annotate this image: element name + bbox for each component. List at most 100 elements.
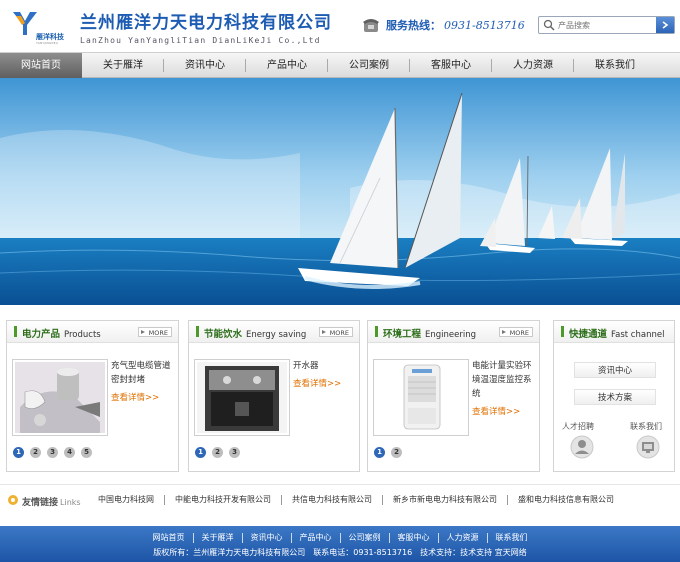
hotline: 服务热线： 0931-8513716 xyxy=(362,16,525,34)
panel-environment-engineering: 环境工程 Engineering MORE 电能计量实验环境温湿度监控系统 查看详… xyxy=(367,320,540,472)
page-dot[interactable]: 1 xyxy=(13,447,24,458)
nav-item-cases[interactable]: 公司案例 xyxy=(328,53,410,78)
more-button[interactable]: MORE xyxy=(137,327,172,337)
panel-title-en: Products xyxy=(64,330,101,340)
links-title-text: 友情链接 xyxy=(22,498,59,508)
panel-title-en: Energy saving xyxy=(246,330,307,340)
company-block: 兰州雁洋力天电力科技有限公司 LanZhou YanYangliTian Dia… xyxy=(80,8,332,45)
recruit-person-icon[interactable] xyxy=(570,435,594,459)
product-name[interactable]: 电能计量实验环境温湿度监控系统 xyxy=(472,359,534,401)
hero-banner[interactable] xyxy=(0,78,680,305)
panel-energy-saving: 节能饮水 Energy saving MORE 开水器 查看详情>> 1 2 3 xyxy=(188,320,360,472)
pager: 1 2 3 xyxy=(195,447,246,458)
footer-nav: 网站首页 关于雁洋 资讯中心 产品中心 公司案例 客服中心 人力资源 联系我们 xyxy=(0,533,680,543)
quick-news-button[interactable]: 资讯中心 xyxy=(574,362,656,378)
nav-item-service[interactable]: 客服中心 xyxy=(410,53,492,78)
nav-item-news[interactable]: 资讯中心 xyxy=(164,53,246,78)
footer-link-home[interactable]: 网站首页 xyxy=(145,533,194,543)
panel-header: 电力产品 Products MORE xyxy=(7,321,178,343)
view-detail-link[interactable]: 查看详情>> xyxy=(111,391,159,403)
friend-link[interactable]: 中国电力科技网 xyxy=(88,495,165,505)
panel-header: 节能饮水 Energy saving MORE xyxy=(189,321,359,343)
friend-link[interactable]: 盛和电力科技信息有限公司 xyxy=(508,495,624,505)
contact-label[interactable]: 联系我们 xyxy=(630,421,662,432)
nav-item-about[interactable]: 关于雁洋 xyxy=(82,53,164,78)
product-thumbnail[interactable] xyxy=(373,359,469,436)
page-dot[interactable]: 2 xyxy=(212,447,223,458)
link-list: 中国电力科技网 中能电力科技开发有限公司 共信电力科技有限公司 新乡市新电电力科… xyxy=(88,495,624,505)
friend-link[interactable]: 新乡市新电电力科技有限公司 xyxy=(383,495,508,505)
panel-title-en: Engineering xyxy=(425,330,477,340)
panel-title: 快捷通道 Fast channel xyxy=(569,326,664,340)
nav-item-products[interactable]: 产品中心 xyxy=(246,53,328,78)
copyright: 版权所有：兰州雁洋力天电力科技有限公司 联系电话：0931-8513716 技术… xyxy=(153,548,527,557)
page-dot[interactable]: 3 xyxy=(229,447,240,458)
panel-title-text: 节能饮水 xyxy=(204,329,243,340)
water-boiler-product-image xyxy=(197,362,287,433)
pager: 1 2 3 4 5 xyxy=(13,447,98,458)
main-nav: 网站首页 关于雁洋 资讯中心 产品中心 公司案例 客服中心 人力资源 联系我们 xyxy=(0,52,680,78)
footer: 网站首页 关于雁洋 资讯中心 产品中心 公司案例 客服中心 人力资源 联系我们 … xyxy=(0,526,680,562)
page-dot[interactable]: 4 xyxy=(64,447,75,458)
hotline-label: 服务热线： xyxy=(386,19,441,32)
hotline-number: 0931-8513716 xyxy=(444,18,525,32)
panel-header: 快捷通道 Fast channel xyxy=(554,321,674,343)
quick-solution-button[interactable]: 技术方案 xyxy=(574,389,656,405)
page-dot[interactable]: 5 xyxy=(81,447,92,458)
page-dot[interactable]: 3 xyxy=(47,447,58,458)
more-button[interactable]: MORE xyxy=(498,327,533,337)
footer-link-products[interactable]: 产品中心 xyxy=(292,533,341,543)
links-title-en: Links xyxy=(60,498,81,507)
footer-link-contact[interactable]: 联系我们 xyxy=(488,533,536,543)
page-dot[interactable]: 1 xyxy=(374,447,385,458)
product-thumbnail[interactable] xyxy=(194,359,290,436)
header: 雁洋科技 YANYANGKEJI 兰州雁洋力天电力科技有限公司 LanZhou … xyxy=(0,0,680,52)
panel-title-text: 环境工程 xyxy=(383,329,422,340)
more-button[interactable]: MORE xyxy=(318,327,353,337)
footer-link-about[interactable]: 关于雁洋 xyxy=(194,533,243,543)
view-detail-link[interactable]: 查看详情>> xyxy=(293,377,341,389)
pager: 1 2 xyxy=(374,447,408,458)
friend-link[interactable]: 中能电力科技开发有限公司 xyxy=(165,495,282,505)
sailboat-banner-image xyxy=(0,78,680,305)
nav-item-contact[interactable]: 联系我们 xyxy=(574,53,656,78)
footer-link-news[interactable]: 资讯中心 xyxy=(243,533,292,543)
company-english-name: LanZhou YanYangliTian DianLiKeJi Co.,Ltd xyxy=(80,36,321,45)
footer-link-hr[interactable]: 人力资源 xyxy=(439,533,488,543)
contact-monitor-icon[interactable] xyxy=(636,435,660,459)
gear-star-icon xyxy=(8,495,18,505)
nav-item-hr[interactable]: 人力资源 xyxy=(492,53,574,78)
recruit-label[interactable]: 人才招聘 xyxy=(562,421,594,432)
page-dot[interactable]: 2 xyxy=(30,447,41,458)
view-detail-link[interactable]: 查看详情>> xyxy=(472,405,520,417)
air-conditioner-product-image xyxy=(376,362,466,433)
product-name[interactable]: 开水器 xyxy=(293,359,355,373)
panel-header: 环境工程 Engineering MORE xyxy=(368,321,539,343)
footer-link-cases[interactable]: 公司案例 xyxy=(341,533,390,543)
phone-icon xyxy=(363,19,379,32)
friend-links: 友情链接 Links 中国电力科技网 中能电力科技开发有限公司 共信电力科技有限公… xyxy=(0,484,680,514)
product-thumbnail[interactable] xyxy=(12,359,108,436)
page-dot[interactable]: 2 xyxy=(391,447,402,458)
logo-subtext: YANYANGKEJI xyxy=(36,41,58,45)
panel-title-text: 快捷通道 xyxy=(569,329,608,340)
panel-title-marker xyxy=(14,326,17,337)
panel-title: 节能饮水 Energy saving xyxy=(204,326,306,340)
nav-item-home[interactable]: 网站首页 xyxy=(0,53,82,78)
panel-title: 电力产品 Products xyxy=(22,326,101,340)
panel-title-marker xyxy=(375,326,378,337)
search-input[interactable] xyxy=(558,20,654,30)
panel-title-en: Fast channel xyxy=(611,330,665,340)
search-icon xyxy=(543,19,555,31)
footer-link-service[interactable]: 客服中心 xyxy=(390,533,439,543)
panel-title: 环境工程 Engineering xyxy=(383,326,476,340)
page-dot[interactable]: 1 xyxy=(195,447,206,458)
panel-power-products: 电力产品 Products MORE 充气型电缆管道密封封堵 查看详情>> 1 2… xyxy=(6,320,179,472)
product-name[interactable]: 充气型电缆管道密封封堵 xyxy=(111,359,175,387)
search-button[interactable] xyxy=(656,17,674,33)
friend-link[interactable]: 共信电力科技有限公司 xyxy=(282,495,383,505)
logo-y-icon xyxy=(13,12,37,35)
company-logo[interactable]: 雁洋科技 YANYANGKEJI xyxy=(10,8,76,46)
search-box xyxy=(538,16,675,34)
arrow-right-icon xyxy=(662,21,669,29)
